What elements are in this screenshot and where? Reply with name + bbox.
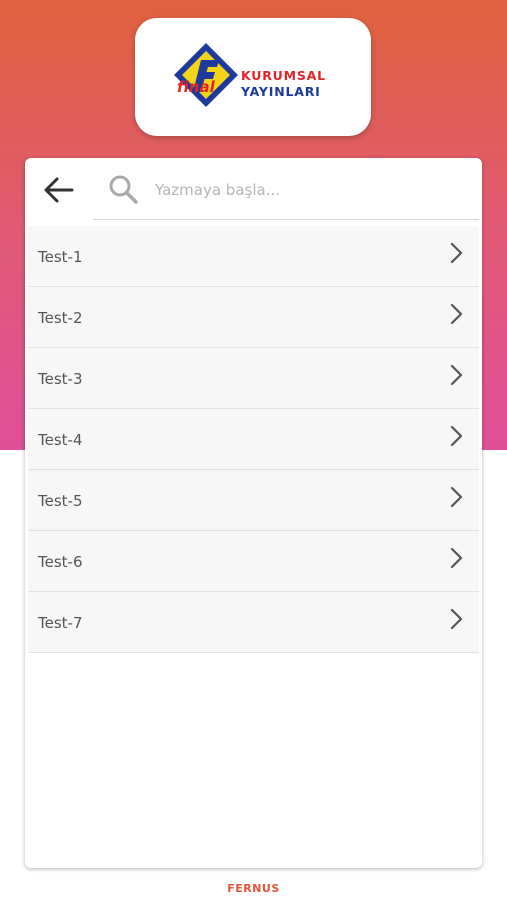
- chevron-right-icon: [450, 242, 463, 264]
- test-label: Test-6: [38, 553, 83, 571]
- test-label: Test-2: [38, 309, 83, 327]
- chevron-right-icon: [450, 425, 463, 447]
- test-list-item-6[interactable]: Test-6: [28, 531, 479, 592]
- chevron-right-icon: [450, 364, 463, 386]
- search-bar: [93, 158, 479, 220]
- search-icon: [109, 175, 138, 204]
- logo-line-kurumsal: KURUMSAL: [241, 68, 326, 83]
- search-input[interactable]: [153, 175, 467, 205]
- test-list-item-5[interactable]: Test-5: [28, 470, 479, 531]
- test-list-item-7[interactable]: Test-7: [28, 592, 479, 653]
- chevron-right-icon: [450, 486, 463, 508]
- test-list-item-3[interactable]: Test-3: [28, 348, 479, 409]
- test-label: Test-7: [38, 614, 83, 632]
- logo-card: final KURUMSAL YAYINLARI: [135, 18, 371, 136]
- test-list: Test-1 Test-2 Test-3 Test-4 Test-5 Test-…: [28, 226, 479, 653]
- footer-brand-fernus: FERNUS: [227, 882, 280, 895]
- test-label: Test-4: [38, 431, 83, 449]
- test-list-item-1[interactable]: Test-1: [28, 226, 479, 287]
- chevron-right-icon: [450, 547, 463, 569]
- final-logo-mark: final: [174, 43, 238, 107]
- test-label: Test-1: [38, 248, 83, 266]
- logo-wordmark: KURUMSAL YAYINLARI: [241, 68, 326, 100]
- back-arrow-icon[interactable]: [41, 172, 77, 208]
- logo-mark-text: final: [177, 78, 216, 96]
- test-list-panel: Test-1 Test-2 Test-3 Test-4 Test-5 Test-…: [25, 158, 482, 868]
- test-label: Test-3: [38, 370, 83, 388]
- test-label: Test-5: [38, 492, 83, 510]
- test-list-item-2[interactable]: Test-2: [28, 287, 479, 348]
- test-list-item-4[interactable]: Test-4: [28, 409, 479, 470]
- chevron-right-icon: [450, 608, 463, 630]
- chevron-right-icon: [450, 303, 463, 325]
- logo-line-yayinlari: YAYINLARI: [241, 84, 321, 99]
